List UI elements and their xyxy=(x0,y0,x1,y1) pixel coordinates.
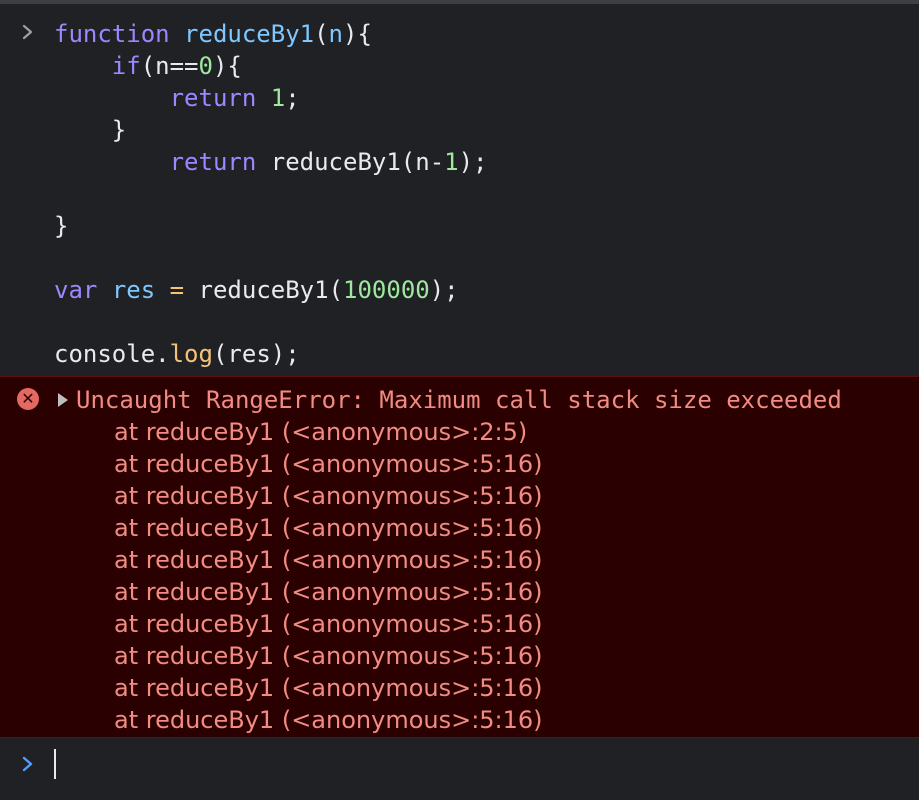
code-token: ( xyxy=(328,276,344,304)
code-token: == xyxy=(169,52,199,80)
console-input-field[interactable] xyxy=(58,748,902,782)
code-token: n xyxy=(155,52,170,80)
code-token: if xyxy=(111,52,141,80)
code-token: ){ xyxy=(343,20,372,48)
code-token: ); xyxy=(429,276,459,304)
devtools-console: function reduceBy1(n){ if(n==0){ return … xyxy=(0,0,919,800)
code-token: n xyxy=(415,148,430,176)
code-token: ; xyxy=(285,84,300,112)
code-token: return xyxy=(169,148,257,176)
code-token: var xyxy=(54,276,98,304)
code-token: } xyxy=(54,116,127,144)
code-token: function xyxy=(54,20,170,48)
code-token: ( xyxy=(140,52,156,80)
stack-frame[interactable]: at reduceBy1 (<anonymous>:5:16) xyxy=(114,448,543,480)
code-token: ); xyxy=(458,148,488,176)
chevron-right-icon xyxy=(22,756,33,772)
code-token: 1 xyxy=(444,148,459,176)
error-x-icon: ✕ xyxy=(17,388,39,410)
stack-frame[interactable]: at reduceBy1 (<anonymous>:5:16) xyxy=(114,672,543,704)
code-token: console xyxy=(54,340,156,368)
code-token: 100000 xyxy=(343,276,430,304)
error-message-text[interactable]: Uncaught RangeError: Maximum call stack … xyxy=(76,384,842,416)
stack-frame[interactable]: at reduceBy1 (<anonymous>:5:16) xyxy=(114,640,543,672)
code-token: n xyxy=(328,20,343,48)
stack-frame[interactable]: at reduceBy1 (<anonymous>:5:16) xyxy=(114,576,543,608)
error-message-entry: ✕ Uncaught RangeError: Maximum call stac… xyxy=(0,376,919,738)
expand-triangle-icon[interactable] xyxy=(58,393,68,407)
text-cursor xyxy=(54,749,56,779)
code-token: return xyxy=(169,84,257,112)
code-block[interactable]: function reduceBy1(n){ if(n==0){ return … xyxy=(54,18,488,370)
code-token: } xyxy=(54,212,69,240)
stack-frame[interactable]: at reduceBy1 (<anonymous>:5:16) xyxy=(114,704,543,736)
stack-frame[interactable]: at reduceBy1 (<anonymous>:5:16) xyxy=(114,544,543,576)
chevron-right-icon xyxy=(22,24,33,40)
code-token: reduceBy1 xyxy=(184,20,315,48)
code-token: = xyxy=(169,276,185,304)
stack-frame[interactable]: at reduceBy1 (<anonymous>:5:16) xyxy=(114,608,543,640)
console-prompt[interactable] xyxy=(0,746,919,786)
code-token: 1 xyxy=(270,84,286,112)
stack-frame[interactable]: at reduceBy1 (<anonymous>:2:5) xyxy=(114,416,543,448)
stack-frame[interactable]: at reduceBy1 (<anonymous>:5:16) xyxy=(114,512,543,544)
code-token: reduceBy1 xyxy=(270,148,401,176)
code-token: ){ xyxy=(212,52,242,80)
code-token: ( xyxy=(400,148,416,176)
code-token: (res); xyxy=(212,340,300,368)
code-token: ( xyxy=(314,20,329,48)
stack-trace: at reduceBy1 (<anonymous>:2:5) at reduce… xyxy=(114,416,543,736)
code-token: 0 xyxy=(198,52,213,80)
stack-frame[interactable]: at reduceBy1 (<anonymous>:5:16) xyxy=(114,480,543,512)
code-token: res xyxy=(111,276,156,304)
console-input-entry: function reduceBy1(n){ if(n==0){ return … xyxy=(0,4,919,370)
code-token: reduceBy1 xyxy=(198,276,329,304)
code-token: . xyxy=(155,340,170,368)
code-token: - xyxy=(429,148,445,176)
code-token: log xyxy=(169,340,213,368)
